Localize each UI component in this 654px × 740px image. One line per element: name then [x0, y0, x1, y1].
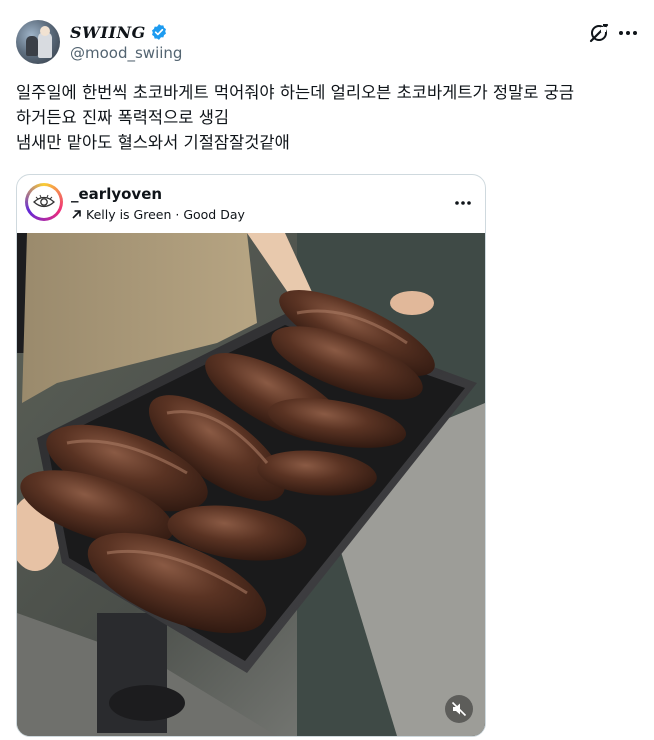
- tweet-text-line: 냄새만 맡아도 혈스와서 기절잠잘것같애: [16, 133, 290, 152]
- embedded-post-avatar[interactable]: [25, 183, 63, 221]
- more-options-icon[interactable]: [616, 22, 640, 44]
- arrow-up-right-icon: [72, 210, 81, 219]
- tweet-text-line: 일주일에 한번씩 초코바게트 먹어줘야 하는데 얼리오븐 초코바게트가 정말로 …: [16, 83, 575, 102]
- tweet-text: 일주일에 한번씩 초코바게트 먹어줘야 하는데 얼리오븐 초코바게트가 정말로 …: [16, 80, 646, 155]
- embedded-post-username[interactable]: _earlyoven: [71, 185, 162, 203]
- embedded-post-header: _earlyoven Kelly is Green · Good Day: [17, 175, 485, 233]
- tweet-text-line: 하거든요 진짜 폭력적으로 생김: [16, 108, 230, 127]
- eye-logo-icon: [33, 194, 55, 208]
- author-display-name[interactable]: SWIING: [70, 23, 146, 42]
- author-avatar[interactable]: [16, 20, 60, 64]
- grok-icon[interactable]: [588, 22, 610, 44]
- embedded-post-subtitle-row: Kelly is Green · Good Day: [71, 207, 245, 222]
- verified-badge-icon: [150, 23, 168, 41]
- author-handle[interactable]: @mood_swiing: [70, 44, 182, 62]
- mute-icon[interactable]: [445, 695, 473, 723]
- tweet-card: SWIING @mood_swiing 일주일에 한번씩 초코바게트 먹어줘야 …: [0, 0, 654, 740]
- embedded-post-subtitle: Kelly is Green · Good Day: [86, 207, 245, 222]
- embedded-post-photo[interactable]: [17, 233, 485, 736]
- author-name-row: SWIING: [70, 22, 168, 42]
- embedded-more-options-icon[interactable]: [453, 195, 473, 211]
- embedded-post-card[interactable]: _earlyoven Kelly is Green · Good Day: [16, 174, 486, 737]
